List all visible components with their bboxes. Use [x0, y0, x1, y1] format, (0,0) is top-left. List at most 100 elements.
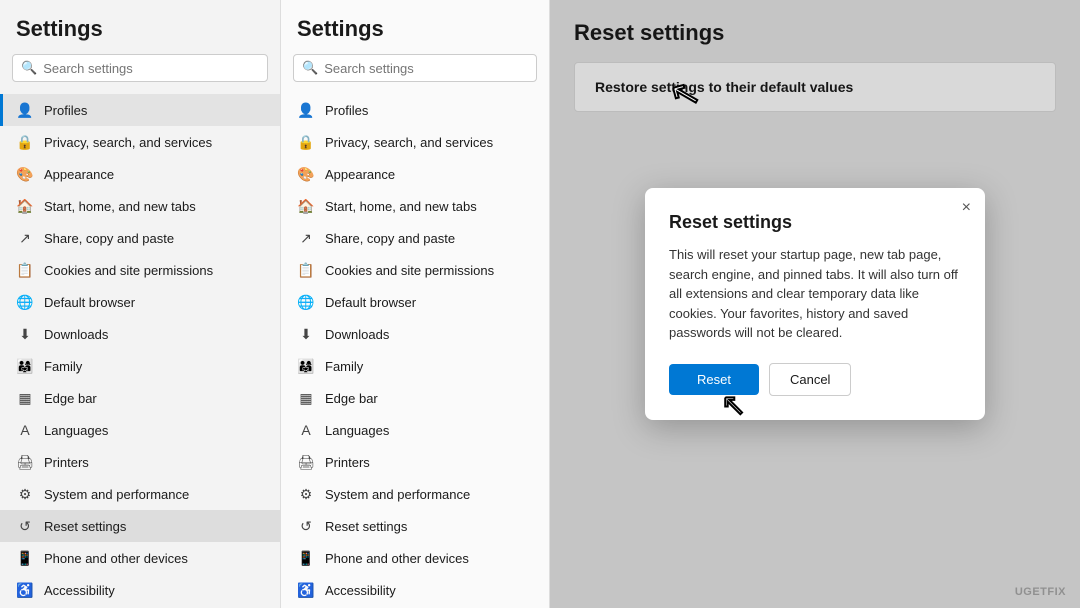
- middle-icon-printers: 🖨: [297, 453, 315, 471]
- sidebar-search-box[interactable]: 🔍: [12, 54, 268, 82]
- right-panel: Reset settings Restore settings to their…: [550, 0, 1080, 608]
- middle-icon-accessibility: ♿: [297, 581, 315, 599]
- sidebar-label-profiles: Profiles: [44, 103, 87, 118]
- middle-label-profiles: Profiles: [325, 103, 368, 118]
- sidebar-item-appearance[interactable]: 🎨 Appearance: [0, 158, 280, 190]
- middle-label-family: Family: [325, 359, 363, 374]
- sidebar-label-start: Start, home, and new tabs: [44, 199, 196, 214]
- sidebar-label-family: Family: [44, 359, 82, 374]
- middle-item-family[interactable]: 👨‍👩‍👧 Family: [281, 350, 549, 382]
- sidebar-label-system: System and performance: [44, 487, 189, 502]
- sidebar-icon-reset: ↺: [16, 517, 34, 535]
- middle-search-input[interactable]: [324, 61, 528, 76]
- middle-label-accessibility: Accessibility: [325, 583, 396, 598]
- middle-item-languages[interactable]: A Languages: [281, 414, 549, 446]
- sidebar-item-cookies[interactable]: 📋 Cookies and site permissions: [0, 254, 280, 286]
- sidebar-item-start[interactable]: 🏠 Start, home, and new tabs: [0, 190, 280, 222]
- middle-label-printers: Printers: [325, 455, 370, 470]
- middle-label-phone: Phone and other devices: [325, 551, 469, 566]
- middle-icon-privacy: 🔒: [297, 133, 315, 151]
- sidebar-icon-profiles: 👤: [16, 101, 34, 119]
- middle-item-reset[interactable]: ↺ Reset settings: [281, 510, 549, 542]
- sidebar-item-default[interactable]: 🌐 Default browser: [0, 286, 280, 318]
- middle-icon-edgebar: ▦: [297, 389, 315, 407]
- middle-item-printers[interactable]: 🖨 Printers: [281, 446, 549, 478]
- middle-search-box[interactable]: 🔍: [293, 54, 537, 82]
- middle-item-phone[interactable]: 📱 Phone and other devices: [281, 542, 549, 574]
- middle-icon-reset: ↺: [297, 517, 315, 535]
- sidebar-icon-appearance: 🎨: [16, 165, 34, 183]
- sidebar-label-accessibility: Accessibility: [44, 583, 115, 598]
- middle-item-privacy[interactable]: 🔒 Privacy, search, and services: [281, 126, 549, 158]
- sidebar-icon-languages: A: [16, 421, 34, 439]
- middle-icon-start: 🏠: [297, 197, 315, 215]
- middle-icon-languages: A: [297, 421, 315, 439]
- middle-label-languages: Languages: [325, 423, 389, 438]
- sidebar-item-system[interactable]: ⚙ System and performance: [0, 478, 280, 510]
- modal-body: This will reset your startup page, new t…: [669, 245, 961, 343]
- sidebar-icon-printers: 🖨: [16, 453, 34, 471]
- sidebar-label-appearance: Appearance: [44, 167, 114, 182]
- middle-item-accessibility[interactable]: ♿ Accessibility: [281, 574, 549, 606]
- middle-label-privacy: Privacy, search, and services: [325, 135, 493, 150]
- sidebar-title: Settings: [0, 16, 280, 54]
- sidebar-label-reset: Reset settings: [44, 519, 126, 534]
- sidebar-item-phone[interactable]: 📱 Phone and other devices: [0, 542, 280, 574]
- sidebar-icon-share: ↗: [16, 229, 34, 247]
- middle-icon-downloads: ⬇: [297, 325, 315, 343]
- sidebar-search-input[interactable]: [43, 61, 259, 76]
- middle-panel: Settings 🔍 👤 Profiles 🔒 Privacy, search,…: [280, 0, 550, 608]
- modal-overlay: × Reset settings This will reset your st…: [550, 0, 1080, 608]
- sidebar-item-accessibility[interactable]: ♿ Accessibility: [0, 574, 280, 606]
- middle-icon-system: ⚙: [297, 485, 315, 503]
- middle-panel-title: Settings: [281, 16, 549, 54]
- sidebar-label-default: Default browser: [44, 295, 135, 310]
- modal-title: Reset settings: [669, 212, 961, 233]
- middle-label-reset: Reset settings: [325, 519, 407, 534]
- sidebar-icon-downloads: ⬇: [16, 325, 34, 343]
- sidebar-item-edgebar[interactable]: ▦ Edge bar: [0, 382, 280, 414]
- sidebar-label-edgebar: Edge bar: [44, 391, 97, 406]
- cursor-arrow-reset: ↖: [721, 391, 746, 421]
- middle-item-default[interactable]: 🌐 Default browser: [281, 286, 549, 318]
- sidebar-icon-privacy: 🔒: [16, 133, 34, 151]
- middle-item-edgebar[interactable]: ▦ Edge bar: [281, 382, 549, 414]
- sidebar-icon-system: ⚙: [16, 485, 34, 503]
- sidebar-icon-phone: 📱: [16, 549, 34, 567]
- sidebar-label-downloads: Downloads: [44, 327, 108, 342]
- sidebar-item-printers[interactable]: 🖨 Printers: [0, 446, 280, 478]
- reset-confirm-button[interactable]: Reset: [669, 364, 759, 395]
- middle-item-profiles[interactable]: 👤 Profiles: [281, 94, 549, 126]
- sidebar-item-share[interactable]: ↗ Share, copy and paste: [0, 222, 280, 254]
- sidebar-icon-edgebar: ▦: [16, 389, 34, 407]
- sidebar-item-downloads[interactable]: ⬇ Downloads: [0, 318, 280, 350]
- sidebar-item-privacy[interactable]: 🔒 Privacy, search, and services: [0, 126, 280, 158]
- sidebar-label-printers: Printers: [44, 455, 89, 470]
- sidebar-item-reset[interactable]: ↺ Reset settings: [0, 510, 280, 542]
- middle-item-cookies[interactable]: 📋 Cookies and site permissions: [281, 254, 549, 286]
- sidebar-item-family[interactable]: 👨‍👩‍👧 Family: [0, 350, 280, 382]
- middle-item-share[interactable]: ↗ Share, copy and paste: [281, 222, 549, 254]
- middle-item-downloads[interactable]: ⬇ Downloads: [281, 318, 549, 350]
- middle-icon-appearance: 🎨: [297, 165, 315, 183]
- middle-label-downloads: Downloads: [325, 327, 389, 342]
- middle-label-cookies: Cookies and site permissions: [325, 263, 494, 278]
- sidebar-icon-default: 🌐: [16, 293, 34, 311]
- modal-close-button[interactable]: ×: [962, 200, 971, 216]
- sidebar-label-phone: Phone and other devices: [44, 551, 188, 566]
- sidebar-label-languages: Languages: [44, 423, 108, 438]
- middle-icon-profiles: 👤: [297, 101, 315, 119]
- middle-item-system[interactable]: ⚙ System and performance: [281, 478, 549, 510]
- sidebar-label-share: Share, copy and paste: [44, 231, 174, 246]
- sidebar-icon-start: 🏠: [16, 197, 34, 215]
- sidebar-icon-accessibility: ♿: [16, 581, 34, 599]
- sidebar-item-profiles[interactable]: 👤 Profiles: [0, 94, 280, 126]
- middle-label-start: Start, home, and new tabs: [325, 199, 477, 214]
- middle-label-edgebar: Edge bar: [325, 391, 378, 406]
- cancel-button[interactable]: Cancel: [769, 363, 851, 396]
- middle-label-default: Default browser: [325, 295, 416, 310]
- middle-icon-family: 👨‍👩‍👧: [297, 357, 315, 375]
- middle-item-start[interactable]: 🏠 Start, home, and new tabs: [281, 190, 549, 222]
- sidebar-item-languages[interactable]: A Languages: [0, 414, 280, 446]
- middle-item-appearance[interactable]: 🎨 Appearance: [281, 158, 549, 190]
